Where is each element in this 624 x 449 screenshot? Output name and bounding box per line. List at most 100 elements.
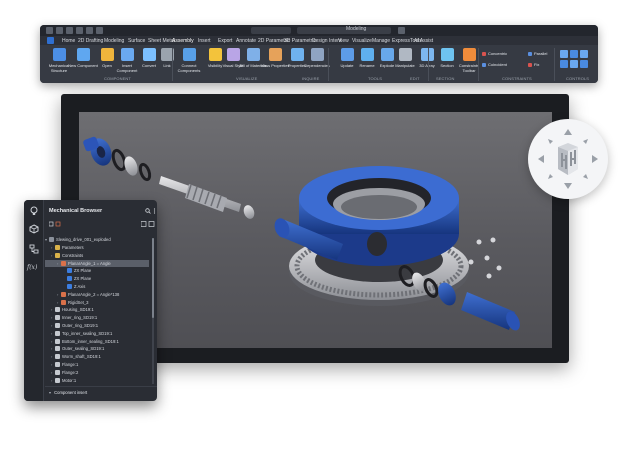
group-section-label: SECTION [436,76,455,81]
control-toggle-icon[interactable] [560,50,568,58]
dependencies-icon [310,48,324,61]
save-icon[interactable] [76,27,83,34]
more-options-icon[interactable] [153,208,156,214]
new-component-icon [76,48,90,61]
tree-row[interactable]: Z Axis [45,283,149,290]
tab-modeling[interactable]: Modeling [104,38,124,44]
tab-sheet-metal[interactable]: Sheet Metal [148,38,175,44]
app-logo-icon[interactable] [47,37,54,44]
section-icon [440,48,454,61]
command-search-input[interactable] [251,27,291,34]
redo-icon[interactable] [96,27,103,34]
plane-icon [67,268,72,274]
part-icon [55,307,60,313]
tab-export[interactable]: Export [218,38,232,44]
control-toggle-icon[interactable] [570,50,578,58]
browser-title: Mechanical Browser [49,208,103,214]
constraint-fix-button[interactable]: Fix [528,62,539,67]
tree-root-row[interactable]: ▾ Slewing_drive_001_exploded [45,236,111,243]
tree-row-label: Outer_sealing_SD19:1 [62,346,105,352]
open-file-icon[interactable] [66,27,73,34]
tool-constraints-toolbar-button[interactable]: Constraints Toolbar [454,48,484,73]
tree-row-label: ZX Plane [74,276,92,282]
workspace-selector[interactable] [297,27,391,34]
tree-row[interactable]: › Housing_SD19:1 [45,306,149,313]
tree-row[interactable]: › Flange:2 [45,369,149,376]
tab-surface[interactable]: Surface [128,38,145,44]
tree-row[interactable]: › Parameters [45,244,149,251]
part-icon [55,354,60,360]
formula-fx-icon[interactable]: f(x) [27,264,37,271]
cube-icon[interactable] [29,224,39,234]
help-icon[interactable] [398,27,405,34]
quick-access-toolbar: Modeling [40,25,598,36]
tab-annotate[interactable]: Annotate [236,38,256,44]
tree-row[interactable]: › RigidSet_3 [45,299,149,306]
control-toggle-icon[interactable] [570,60,578,68]
tab-insert[interactable]: Insert [198,38,211,44]
tree-row-label: Top_inner_sealing_SD19:1 [62,330,113,336]
tree-row-label: Flange:1 [62,362,79,367]
tree-row[interactable]: › PlanarAngle_1 = Angle [45,259,149,267]
tab-view[interactable]: View [338,38,349,44]
scrollbar-thumb[interactable] [152,238,154,318]
browser-filter-icons[interactable] [49,221,61,227]
undo-icon[interactable] [86,27,93,34]
tab-visualize[interactable]: Visualize [352,38,372,44]
group-edit-label: EDIT [410,76,420,81]
tree-row[interactable]: › PlanarAngle_2 = Angle*138 [45,291,149,298]
tab-ai-assist[interactable]: AI Assist [414,38,433,44]
tree-row[interactable]: › Bottom_inner_sealing_SD19:1 [45,338,149,345]
tab-2d-drafting[interactable]: 2D Drafting [78,38,103,44]
tree-row[interactable]: › Outer_ring_SD19:1 [45,322,149,329]
view-navigation-cube[interactable] [528,119,608,199]
control-toggle-icon[interactable] [580,60,588,68]
tree-row[interactable]: › Inner_ring_SD19:1 [45,314,149,321]
seal-ring-part [111,148,127,172]
control-toggle-icon[interactable] [560,60,568,68]
constraint-parallel-button[interactable]: Parallel [528,51,547,56]
tree-row[interactable]: › Worm_shaft_SD19:1 [45,353,149,360]
control-toggle-icon[interactable] [580,50,588,58]
tree-row-label: PlanarAngle_2 = Angle*138 [68,291,120,297]
tree-row[interactable]: ZX Plane [45,275,149,282]
expand-collapse-icons[interactable] [141,221,155,227]
tab-home[interactable]: Home [62,38,75,44]
tree-row[interactable]: › Motor:1 [45,377,149,384]
tab-manage[interactable]: Manage [372,38,390,44]
part-icon [55,330,60,336]
constraint-label: Parallel [534,51,548,56]
workspace-label: Modeling [346,26,367,32]
search-icon[interactable] [145,208,151,214]
constraint-concentric-button[interactable]: Concentric [482,51,507,56]
tree-row[interactable]: › Flange:1 [45,361,149,368]
tree-row-label: Motor:1 [62,377,77,383]
component-insert-section[interactable]: ▾ Component insert [49,390,87,395]
tree-row[interactable]: › Top_inner_sealing_SD19:1 [45,330,149,337]
constraints-toolbar-icon [462,48,476,61]
marketing-composite: Modeling Home 2D Drafting Modeling Surface S… [0,0,624,449]
tree-row[interactable]: › Outer_sealing_SD19:1 [45,345,149,352]
browser-scrollbar[interactable] [152,238,154,384]
tree-row-label: RigidSet_3 [68,299,89,305]
part-icon [55,315,60,321]
part-icon [55,338,60,344]
tab-assembly[interactable]: Assembly [172,38,194,44]
tree-row-label: ZX Plane [74,268,92,274]
menu-icon[interactable] [46,27,53,34]
lightbulb-icon[interactable] [29,206,39,216]
ribbon-tab-bar: Home 2D Drafting Modeling Surface Sheet Meta… [40,36,598,45]
group-component-label: COMPONENT [104,76,131,81]
new-file-icon[interactable] [56,27,63,34]
structure-tree-icon[interactable] [29,244,39,254]
group-controls-label: CONTROLS [566,76,590,81]
tree-row[interactable]: › Constraints [45,252,149,259]
constraint-coincident-button[interactable]: Coincident [482,62,507,67]
part-icon [55,346,60,352]
tree-root-label: Slewing_drive_001_exploded [56,237,111,242]
concentric-icon [482,51,486,56]
left-flange-part [83,136,112,166]
tree-row[interactable]: ZX Plane [45,267,149,274]
tree-row-label: Housing_SD19:1 [62,307,94,313]
tree-row-label: Flange:2 [62,369,79,375]
